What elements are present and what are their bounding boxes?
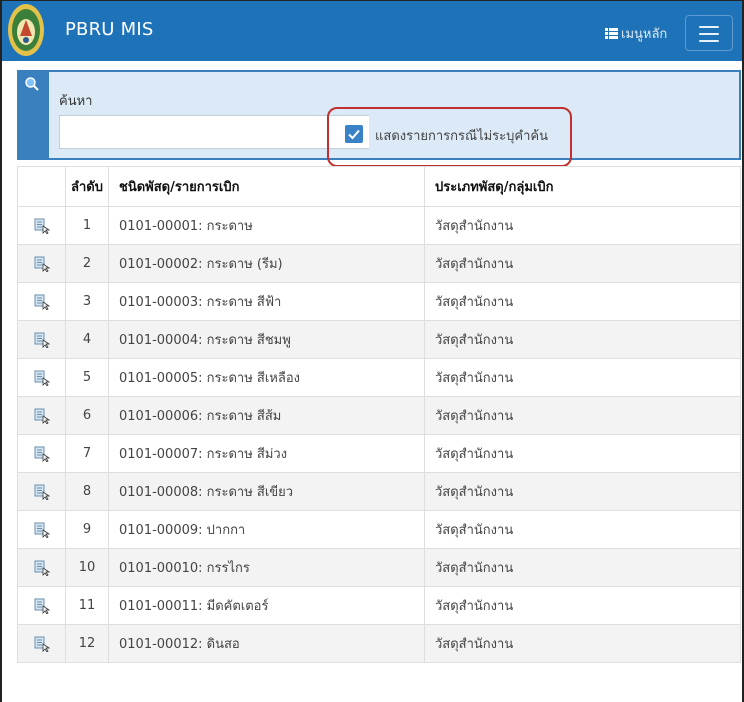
menu-toggle-button[interactable]: [685, 15, 733, 51]
row-item: 0101-00010: กรรไกร: [108, 548, 425, 587]
select-item-icon[interactable]: [34, 294, 50, 310]
header-type: ประเภทพัสดุ/กลุ่มเบิก: [424, 166, 741, 207]
table-row[interactable]: 9 0101-00009: ปากกา วัสดุสำนักงาน: [17, 510, 741, 549]
select-item-icon[interactable]: [34, 370, 50, 386]
row-action-cell[interactable]: [17, 472, 66, 511]
select-item-icon[interactable]: [34, 598, 50, 614]
navbar: PBRU MIS เมนูหลัก: [2, 1, 742, 61]
row-action-cell[interactable]: [17, 434, 66, 473]
row-item: 0101-00003: กระดาษ สีฟ้า: [108, 282, 425, 321]
table-row[interactable]: 5 0101-00005: กระดาษ สีเหลือง วัสดุสำนักงา…: [17, 358, 741, 397]
table-row[interactable]: 1 0101-00001: กระดาษ วัสดุสำนักงาน: [17, 206, 741, 245]
row-action-cell[interactable]: [17, 624, 66, 663]
row-action-cell[interactable]: [17, 282, 66, 321]
row-index: 9: [65, 510, 109, 549]
row-index: 8: [65, 472, 109, 511]
row-action-cell[interactable]: [17, 320, 66, 359]
table-row[interactable]: 10 0101-00010: กรรไกร วัสดุสำนักงาน: [17, 548, 741, 587]
header-icon-column: [17, 166, 66, 207]
search-label: ค้นหา: [59, 94, 93, 109]
row-index: 11: [65, 586, 109, 625]
row-index: 4: [65, 320, 109, 359]
row-type: วัสดุสำนักงาน: [424, 244, 741, 283]
row-type: วัสดุสำนักงาน: [424, 206, 741, 245]
university-logo[interactable]: [6, 2, 46, 58]
row-type: วัสดุสำนักงาน: [424, 320, 741, 359]
hamburger-icon-bar: [699, 40, 719, 42]
row-index: 7: [65, 434, 109, 473]
search-icon: [25, 77, 39, 91]
table-row[interactable]: 6 0101-00006: กระดาษ สีส้ม วัสดุสำนักงาน: [17, 396, 741, 435]
row-item: 0101-00002: กระดาษ (รีม): [108, 244, 425, 283]
select-item-icon[interactable]: [34, 408, 50, 424]
row-type: วัสดุสำนักงาน: [424, 396, 741, 435]
table-row[interactable]: 3 0101-00003: กระดาษ สีฟ้า วัสดุสำนักงาน: [17, 282, 741, 321]
row-action-cell[interactable]: [17, 510, 66, 549]
row-item: 0101-00005: กระดาษ สีเหลือง: [108, 358, 425, 397]
annotation-highlight-box: [327, 107, 572, 167]
select-item-icon[interactable]: [34, 636, 50, 652]
row-type: วัสดุสำนักงาน: [424, 434, 741, 473]
row-action-cell[interactable]: [17, 548, 66, 587]
header-index: ลำดับ: [65, 166, 109, 207]
row-index: 2: [65, 244, 109, 283]
select-item-icon[interactable]: [34, 560, 50, 576]
table-row[interactable]: 11 0101-00011: มีดคัตเตอร์ วัสดุสำนักงาน: [17, 586, 741, 625]
row-type: วัสดุสำนักงาน: [424, 510, 741, 549]
row-item: 0101-00006: กระดาษ สีส้ม: [108, 396, 425, 435]
select-item-icon[interactable]: [34, 522, 50, 538]
hamburger-icon-bar: [699, 33, 719, 35]
table-header-row: ลำดับ ชนิดพัสดุ/รายการเบิก ประเภทพัสดุ/ก…: [17, 166, 741, 207]
table-row[interactable]: 7 0101-00007: กระดาษ สีม่วง วัสดุสำนักงาน: [17, 434, 741, 473]
row-action-cell[interactable]: [17, 586, 66, 625]
select-item-icon[interactable]: [34, 256, 50, 272]
row-index: 3: [65, 282, 109, 321]
main-menu-link[interactable]: เมนูหลัก: [605, 23, 667, 44]
row-action-cell[interactable]: [17, 244, 66, 283]
table-row[interactable]: 8 0101-00008: กระดาษ สีเขียว วัสดุสำนักงาน: [17, 472, 741, 511]
main-menu-label: เมนูหลัก: [621, 27, 668, 42]
row-action-cell[interactable]: [17, 206, 66, 245]
row-item: 0101-00009: ปากกา: [108, 510, 425, 549]
row-type: วัสดุสำนักงาน: [424, 586, 741, 625]
row-item: 0101-00008: กระดาษ สีเขียว: [108, 472, 425, 511]
row-item: 0101-00011: มีดคัตเตอร์: [108, 586, 425, 625]
table-row[interactable]: 12 0101-00012: ดินสอ วัสดุสำนักงาน: [17, 624, 741, 663]
select-item-icon[interactable]: [34, 484, 50, 500]
select-item-icon[interactable]: [34, 332, 50, 348]
hamburger-icon: [699, 26, 719, 28]
header-item: ชนิดพัสดุ/รายการเบิก: [108, 166, 425, 207]
row-item: 0101-00001: กระดาษ: [108, 206, 425, 245]
row-index: 10: [65, 548, 109, 587]
table-row[interactable]: 4 0101-00004: กระดาษ สีชมพู วัสดุสำนักงาน: [17, 320, 741, 359]
search-strip: [19, 72, 49, 158]
search-input[interactable]: [59, 115, 369, 149]
row-type: วัสดุสำนักงาน: [424, 624, 741, 663]
table-row[interactable]: 2 0101-00002: กระดาษ (รีม) วัสดุสำนักงาน: [17, 244, 741, 283]
items-table: ลำดับ ชนิดพัสดุ/รายการเบิก ประเภทพัสดุ/ก…: [17, 166, 741, 663]
row-item: 0101-00007: กระดาษ สีม่วง: [108, 434, 425, 473]
select-item-icon[interactable]: [34, 446, 50, 462]
row-item: 0101-00004: กระดาษ สีชมพู: [108, 320, 425, 359]
row-type: วัสดุสำนักงาน: [424, 548, 741, 587]
row-type: วัสดุสำนักงาน: [424, 282, 741, 321]
row-type: วัสดุสำนักงาน: [424, 358, 741, 397]
row-index: 1: [65, 206, 109, 245]
list-icon: [605, 28, 618, 39]
row-action-cell[interactable]: [17, 396, 66, 435]
brand-title[interactable]: PBRU MIS: [65, 19, 153, 40]
row-item: 0101-00012: ดินสอ: [108, 624, 425, 663]
row-type: วัสดุสำนักงาน: [424, 472, 741, 511]
row-index: 6: [65, 396, 109, 435]
row-index: 12: [65, 624, 109, 663]
select-item-icon[interactable]: [34, 218, 50, 234]
row-action-cell[interactable]: [17, 358, 66, 397]
row-index: 5: [65, 358, 109, 397]
